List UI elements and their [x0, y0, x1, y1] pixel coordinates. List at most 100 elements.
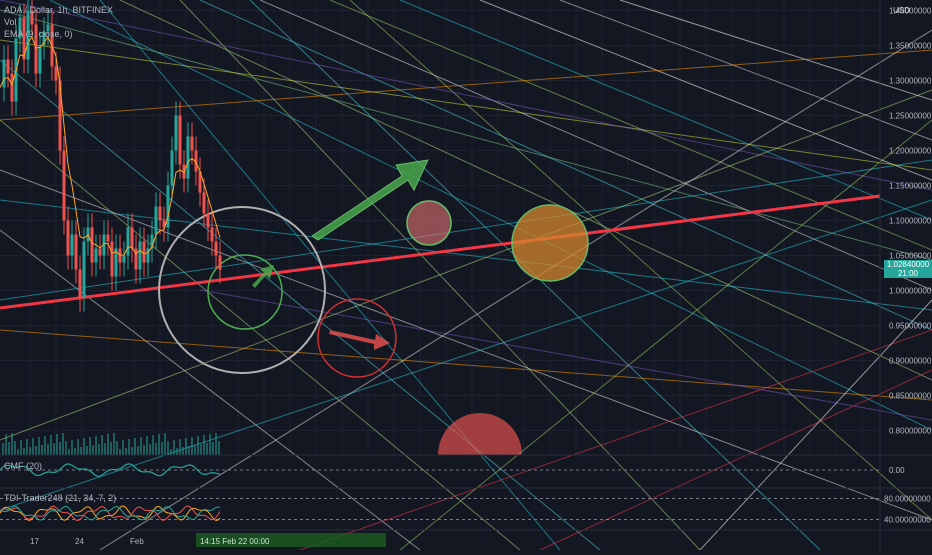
candle-body — [178, 115, 182, 165]
volume-bar — [200, 444, 202, 455]
annotation-circle — [406, 200, 452, 246]
volume-bar — [146, 436, 148, 455]
price-tick-label: 0.95000000 — [889, 322, 932, 331]
volume-bar — [83, 438, 85, 455]
volume-bar — [14, 441, 16, 455]
volume-bar — [158, 434, 160, 455]
volume-bar — [98, 444, 100, 455]
volume-bar — [104, 443, 106, 455]
candle-body — [190, 136, 194, 151]
volume-bar — [206, 443, 208, 455]
volume-bar — [11, 433, 13, 455]
volume-bar — [89, 437, 91, 455]
volume-bar — [32, 438, 34, 455]
candle-body — [6, 59, 10, 74]
volume-bar — [20, 440, 22, 455]
volume-bar — [179, 439, 181, 455]
candle-body — [74, 234, 78, 270]
time-tick-label: Feb — [130, 537, 144, 546]
volume-bar — [218, 441, 220, 455]
volume-bar — [188, 446, 190, 455]
candle-body — [158, 206, 162, 221]
volume-bar — [161, 442, 163, 455]
volume-bar — [62, 433, 64, 455]
volume-bar — [197, 436, 199, 455]
volume-bar — [164, 433, 166, 455]
volume-bar — [128, 439, 130, 455]
volume-bar — [95, 436, 97, 455]
price-tick-label: 0.85000000 — [889, 392, 932, 401]
candle-body — [210, 227, 214, 242]
chart-legend: ADA / Dollar, 1h, BITFINEX Vol EMA (9, c… — [4, 4, 113, 40]
tdi-pane-title[interactable]: TDI-Trader248 (21, 34, 7, 2) — [4, 493, 116, 503]
volume-bar — [155, 443, 157, 455]
volume-bar — [92, 445, 94, 455]
price-tick-label: 1.35000000 — [889, 42, 932, 51]
volume-bar — [86, 446, 88, 455]
volume-label[interactable]: Vol — [4, 16, 113, 28]
price-tick-label: 0.80000000 — [889, 427, 932, 436]
bar-countdown: 21:00 — [897, 269, 919, 278]
candle-body — [170, 150, 174, 186]
volume-bar — [131, 447, 133, 455]
volume-bar — [38, 437, 40, 455]
volume-bar — [203, 435, 205, 455]
volume-bar — [116, 441, 118, 455]
currency-label[interactable]: USD — [893, 6, 910, 15]
volume-bar — [125, 448, 127, 455]
volume-bar — [80, 447, 82, 455]
volume-bar — [2, 443, 4, 455]
volume-bar — [23, 448, 25, 455]
price-tick-label: 1.20000000 — [889, 147, 932, 156]
volume-bar — [176, 448, 178, 455]
cmf-pane-title[interactable]: CMF (20) — [4, 461, 42, 471]
volume-bar — [59, 442, 61, 455]
volume-bar — [182, 447, 184, 455]
annotation-circle — [511, 204, 589, 282]
volume-bar — [53, 443, 55, 455]
volume-bar — [26, 439, 28, 455]
candle-body — [202, 192, 206, 214]
volume-bar — [44, 436, 46, 455]
volume-bar — [113, 433, 115, 455]
volume-bar — [215, 433, 217, 455]
volume-bar — [212, 442, 214, 455]
volume-bar — [8, 442, 10, 455]
last-price-tag: 1.02840000 21:00 — [884, 260, 932, 278]
candle-body — [94, 248, 98, 263]
volume-bar — [110, 442, 112, 455]
volume-bar — [143, 445, 145, 455]
time-range-label: 14:15 Feb 22 00:00 — [200, 537, 270, 546]
candle-body — [82, 241, 86, 298]
volume-bar — [68, 449, 70, 455]
chart-root[interactable]: 1.40000000 1.35000000 1.30000000 1.25000000… — [0, 0, 932, 551]
candle-body — [106, 234, 110, 242]
tdi-tick-label: 80.00000000 — [884, 495, 931, 504]
candle-body — [110, 241, 114, 277]
volume-bar — [17, 449, 19, 455]
price-tick-label: 1.30000000 — [889, 77, 932, 86]
candle-body — [62, 150, 66, 221]
chart-canvas[interactable]: 1.400000001.350000001.300000001.25000000… — [0, 0, 932, 551]
volume-bar — [29, 447, 31, 455]
ema-label[interactable]: EMA (9, close, 0) — [4, 28, 113, 40]
volume-bar — [167, 441, 169, 455]
volume-bar — [191, 437, 193, 455]
volume-bar — [101, 435, 103, 455]
volume-bar — [134, 438, 136, 455]
volume-bar — [56, 434, 58, 455]
candle-body — [2, 59, 6, 88]
candle-body — [90, 227, 94, 263]
candle-body — [214, 241, 218, 256]
volume-bar — [194, 445, 196, 455]
time-tick-label: 17 — [30, 537, 39, 546]
symbol-label[interactable]: ADA / Dollar, 1h, BITFINEX — [4, 4, 113, 16]
volume-bar — [137, 446, 139, 455]
candle-body — [218, 255, 222, 270]
candle-body — [154, 206, 158, 235]
volume-bar — [170, 449, 172, 455]
volume-bar — [74, 448, 76, 455]
price-tick-label: 0.90000000 — [889, 357, 932, 366]
volume-bar — [209, 434, 211, 455]
candle-body — [66, 220, 70, 256]
